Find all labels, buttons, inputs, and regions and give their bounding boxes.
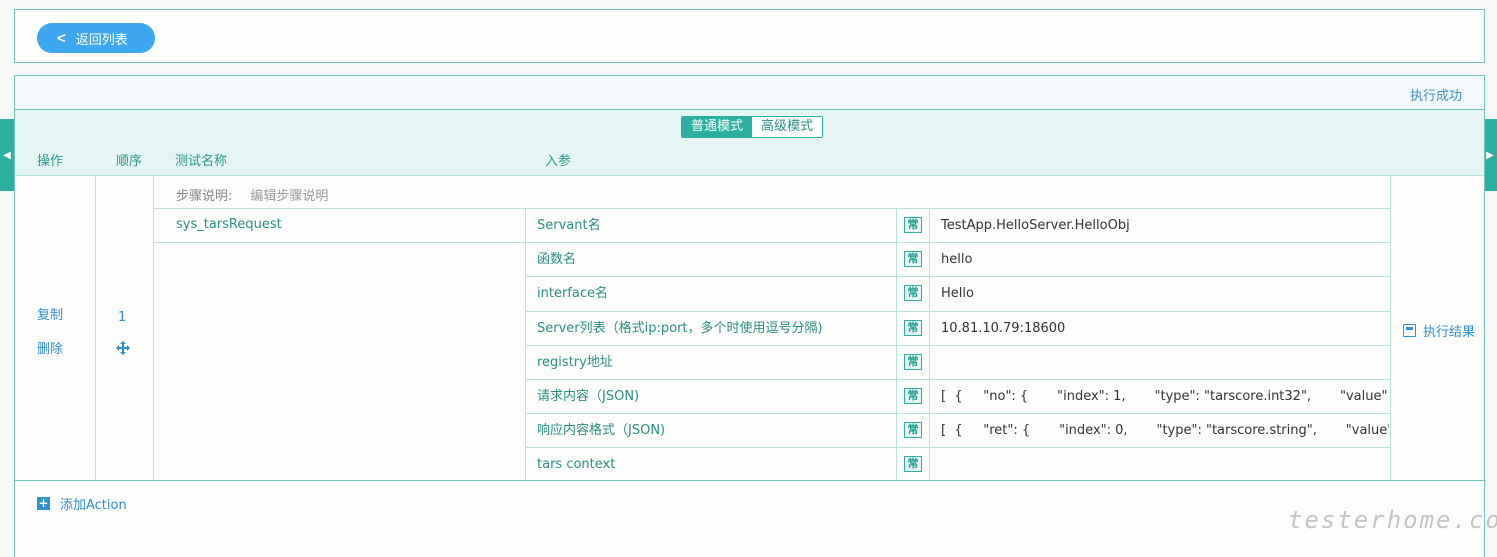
- step-order: 1: [118, 310, 127, 325]
- request-name: sys_tarsRequest: [176, 217, 282, 232]
- tab-advanced-mode[interactable]: 高级模式: [752, 117, 823, 137]
- mode-switch: 普通模式 高级模式: [681, 116, 824, 138]
- param-value[interactable]: 10.81.10.79:18600: [941, 312, 1389, 346]
- mode-row: 普通模式 高级模式: [15, 110, 1484, 142]
- param-label: Servant名: [537, 218, 601, 233]
- status-bar: 执行成功: [15, 76, 1484, 110]
- execution-result-button[interactable]: 执行结果: [1403, 321, 1475, 340]
- param-label: 请求内容（JSON): [537, 389, 640, 404]
- header-params: 入参: [545, 154, 572, 169]
- constant-badge[interactable]: 常: [904, 354, 922, 370]
- step-description: 步骤说明: 编辑步骤说明: [176, 185, 328, 204]
- delete-link[interactable]: 删除: [37, 338, 63, 357]
- param-value[interactable]: [941, 346, 1389, 380]
- param-value[interactable]: Hello: [941, 277, 1389, 311]
- drag-move-icon[interactable]: [116, 341, 130, 355]
- copy-link[interactable]: 复制: [37, 304, 63, 323]
- constant-badge[interactable]: 常: [904, 217, 922, 233]
- constant-badge[interactable]: 常: [904, 422, 922, 438]
- param-value[interactable]: hello: [941, 243, 1389, 277]
- param-value[interactable]: [ { "no": { "index": 1, "type": "tarscor…: [941, 380, 1389, 414]
- chevron-left-icon: <: [57, 29, 66, 47]
- header-name: 测试名称: [175, 154, 228, 169]
- watermark: testerhome.com: [1288, 506, 1497, 534]
- constant-badge[interactable]: 常: [904, 251, 922, 267]
- param-value[interactable]: [941, 448, 1389, 482]
- constant-badge[interactable]: 常: [904, 456, 922, 472]
- execution-status: 执行成功: [1409, 89, 1462, 104]
- param-label: registry地址: [537, 355, 613, 370]
- top-toolbar: < 返回列表: [14, 9, 1485, 63]
- param-value[interactable]: [ { "ret": { "index": 0, "type": "tarsco…: [941, 414, 1389, 448]
- param-value[interactable]: TestApp.HelloServer.HelloObj: [941, 209, 1389, 243]
- back-to-list-button[interactable]: < 返回列表: [37, 23, 155, 53]
- param-label: interface名: [537, 286, 608, 301]
- add-action-label: 添加Action: [60, 498, 127, 513]
- triangle-right-icon: ▶: [1486, 149, 1494, 161]
- window-icon: [1403, 324, 1416, 337]
- param-label: 响应内容格式（JSON): [537, 423, 666, 438]
- test-case-panel: 执行成功 普通模式 高级模式 操作 顺序 测试名称 入参 复制 删除 1 步骤说…: [14, 75, 1486, 557]
- execution-result-label: 执行结果: [1423, 325, 1476, 340]
- param-label: tars context: [537, 457, 616, 472]
- add-action-button[interactable]: + 添加Action: [37, 494, 127, 513]
- param-label: Server列表（格式ip:port，多个时使用逗号分隔): [537, 321, 823, 336]
- constant-badge[interactable]: 常: [904, 388, 922, 404]
- triangle-left-icon: ◀: [3, 149, 11, 161]
- edit-step-description-link[interactable]: 编辑步骤说明: [250, 189, 328, 204]
- step-row: 复制 删除 1 步骤说明: 编辑步骤说明 sys_tarsRequest Serv…: [15, 176, 1486, 482]
- constant-badge[interactable]: 常: [904, 320, 922, 336]
- plus-square-icon: +: [37, 496, 50, 510]
- constant-badge[interactable]: 常: [904, 285, 922, 301]
- tab-normal-mode[interactable]: 普通模式: [682, 117, 753, 137]
- header-order: 顺序: [116, 154, 143, 169]
- table-header: 操作 顺序 测试名称 入参: [15, 142, 1484, 176]
- step-description-label: 步骤说明:: [176, 189, 233, 204]
- param-label: 函数名: [537, 252, 577, 267]
- back-button-label: 返回列表: [75, 31, 128, 47]
- header-ops: 操作: [37, 154, 64, 169]
- right-collapse-tab[interactable]: ▶: [1483, 119, 1497, 191]
- left-collapse-tab[interactable]: ◀: [0, 119, 14, 191]
